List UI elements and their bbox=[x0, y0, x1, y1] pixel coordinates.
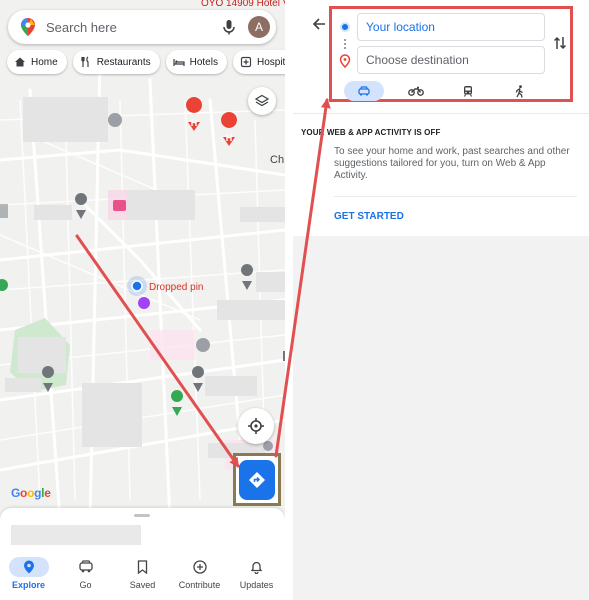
contribute-icon bbox=[192, 560, 207, 574]
nav-saved[interactable]: Saved bbox=[114, 552, 171, 600]
nav-go[interactable]: Go bbox=[57, 552, 114, 600]
bottom-sheet[interactable] bbox=[0, 508, 285, 552]
activity-notice-title: YOUR WEB & APP ACTIVITY IS OFF bbox=[301, 128, 441, 137]
swap-icon[interactable] bbox=[553, 35, 567, 51]
nav-label: Contribute bbox=[178, 580, 221, 590]
nav-updates[interactable]: Updates bbox=[228, 552, 285, 600]
mode-motorbike[interactable] bbox=[396, 81, 436, 101]
search-bar[interactable]: Search here A bbox=[8, 10, 276, 44]
origin-dot-icon bbox=[340, 22, 350, 32]
search-input[interactable]: Search here bbox=[46, 20, 220, 35]
nav-contribute[interactable]: Contribute bbox=[171, 552, 228, 600]
updates-icon bbox=[250, 561, 263, 574]
transit-icon bbox=[464, 86, 472, 97]
saved-icon bbox=[137, 560, 148, 574]
map-edge-label: Ch bbox=[270, 154, 285, 166]
dropped-pin-marker[interactable] bbox=[127, 276, 147, 296]
restaurant-icon bbox=[81, 56, 89, 67]
chip-hotels[interactable]: Hotels bbox=[165, 50, 227, 74]
nav-explore[interactable]: Explore bbox=[0, 552, 57, 600]
notice-divider bbox=[334, 196, 577, 197]
back-arrow-icon[interactable] bbox=[312, 17, 326, 31]
route-connector bbox=[344, 39, 346, 51]
destination-pin-icon bbox=[339, 54, 351, 68]
chip-restaurants[interactable]: Restaurants bbox=[72, 50, 160, 74]
account-avatar[interactable]: A bbox=[248, 16, 270, 38]
nav-label: Saved bbox=[129, 580, 156, 590]
my-location-button[interactable] bbox=[238, 408, 274, 444]
hospital-marker[interactable]: H bbox=[221, 112, 238, 146]
mode-transit[interactable] bbox=[448, 81, 488, 101]
empty-results-area bbox=[293, 236, 589, 600]
microphone-icon[interactable] bbox=[220, 18, 238, 36]
walk-icon bbox=[515, 84, 523, 98]
hospital-icon bbox=[240, 56, 252, 68]
route-input-panel: Your location Choose destination bbox=[329, 6, 573, 102]
chip-label: Hospital bbox=[256, 56, 285, 68]
hotel-icon bbox=[173, 59, 185, 66]
chip-home[interactable]: Home bbox=[7, 50, 67, 74]
map-screen: H H OYO 14909 Hotel Vi Search here A Hom… bbox=[0, 0, 285, 600]
go-icon bbox=[78, 560, 93, 573]
car-icon bbox=[358, 86, 370, 96]
bottom-navigation: Explore Go Saved Contribute Updates bbox=[0, 552, 285, 600]
google-maps-pin-icon bbox=[21, 18, 35, 36]
chip-label: Hotels bbox=[189, 56, 218, 68]
chip-hospital[interactable]: Hospital bbox=[232, 50, 285, 74]
mode-walk[interactable] bbox=[500, 81, 540, 101]
layers-icon bbox=[255, 94, 269, 107]
category-chips: Home Restaurants Hotels Hospital bbox=[7, 50, 285, 74]
directions-button[interactable] bbox=[239, 460, 275, 500]
nav-label: Go bbox=[79, 580, 92, 590]
explore-icon bbox=[23, 560, 34, 574]
chip-label: Home bbox=[31, 56, 58, 68]
travel-mode-tabs bbox=[344, 81, 552, 101]
destination-input[interactable]: Choose destination bbox=[357, 46, 545, 74]
svg-text:H: H bbox=[191, 118, 198, 128]
mode-car[interactable] bbox=[344, 81, 384, 101]
panel-divider bbox=[293, 113, 589, 114]
directions-button-highlight bbox=[233, 453, 281, 506]
crosshair-icon bbox=[248, 418, 264, 434]
motorbike-icon bbox=[408, 86, 424, 96]
hotel-map-label[interactable]: OYO 14909 Hotel Vi bbox=[201, 0, 285, 9]
home-icon bbox=[15, 57, 25, 67]
nav-label: Updates bbox=[239, 580, 274, 590]
activity-notice-body: To see your home and work, past searches… bbox=[334, 146, 570, 181]
nav-label: Explore bbox=[11, 580, 45, 590]
chip-label: Restaurants bbox=[96, 56, 151, 68]
map-layers-button[interactable] bbox=[248, 87, 276, 115]
redacted-place-name bbox=[11, 525, 141, 545]
dropped-pin-label[interactable]: Dropped pin bbox=[149, 282, 203, 293]
directions-screen: Your location Choose destination YOUR WE… bbox=[293, 0, 589, 600]
origin-input[interactable]: Your location bbox=[357, 13, 545, 41]
sheet-drag-handle[interactable] bbox=[134, 514, 150, 517]
directions-icon bbox=[249, 472, 265, 488]
get-started-button[interactable]: GET STARTED bbox=[334, 211, 404, 222]
svg-text:H: H bbox=[226, 133, 233, 143]
google-logo: Google bbox=[11, 486, 51, 500]
